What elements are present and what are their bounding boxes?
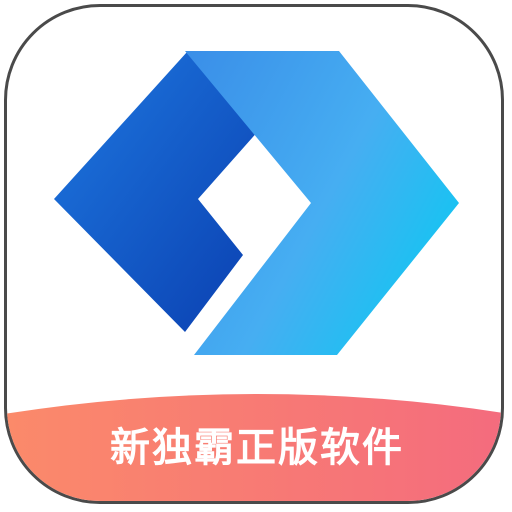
app-icon[interactable]: 新独霸正版软件 [0, 0, 512, 512]
logo-right-shape [185, 51, 459, 355]
promo-banner: 新独霸正版软件 [7, 392, 501, 501]
icon-frame: 新独霸正版软件 [4, 4, 504, 504]
banner-label: 新独霸正版软件 [110, 425, 404, 471]
